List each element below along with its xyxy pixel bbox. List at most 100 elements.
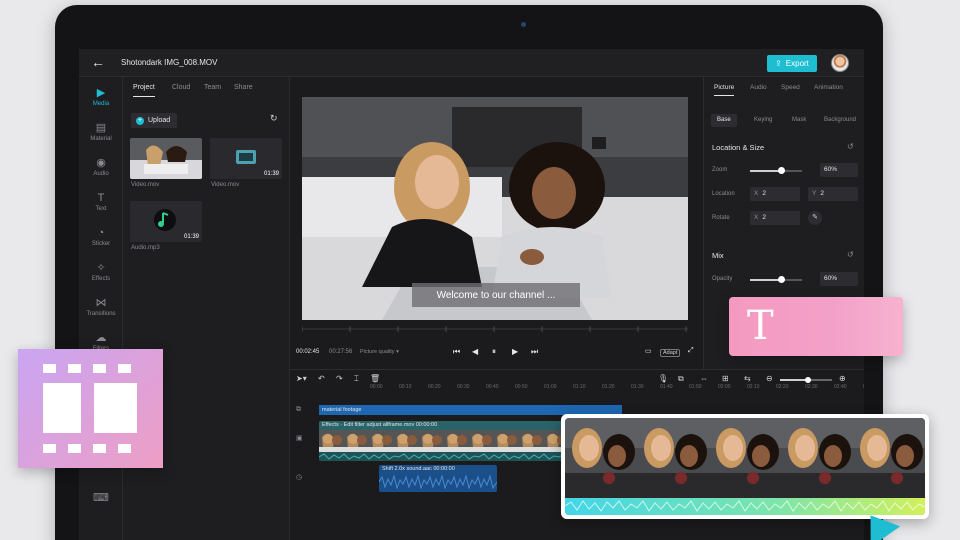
- redo-icon[interactable]: ↷: [336, 374, 343, 383]
- snap-icon[interactable]: ⇔: [700, 374, 708, 383]
- rail-item-audio[interactable]: ◉ Audio: [79, 157, 123, 177]
- clip-strip-card: [561, 414, 929, 519]
- rotate-value: 2: [762, 214, 766, 221]
- opacity-slider-knob[interactable]: [777, 276, 785, 283]
- video-thumbnail: [130, 138, 202, 179]
- time-tick-label: 00:30: [457, 384, 470, 390]
- tab-cloud[interactable]: Cloud: [172, 84, 190, 91]
- rail-label: Material: [90, 136, 112, 142]
- opacity-label: Opacity: [712, 276, 733, 282]
- audio-clip[interactable]: Shift 2.0x sound.aac 00:00:00: [379, 465, 497, 492]
- tab-speed[interactable]: Speed: [781, 84, 800, 91]
- connect-icon[interactable]: ⇆: [744, 374, 751, 383]
- tab-animation[interactable]: Animation: [814, 84, 843, 91]
- rail-item-effects[interactable]: ✧ Effects: [79, 262, 123, 282]
- left-rail: ▶ Media ▤ Material ◉ Audio T Text ◔ Stic…: [79, 77, 123, 540]
- zoom-slider-knob[interactable]: [777, 167, 785, 174]
- plus-icon: +: [136, 116, 144, 125]
- caption-overlay[interactable]: Welcome to our channel ...: [412, 283, 580, 307]
- back-arrow-icon[interactable]: ←: [91, 54, 105, 70]
- axis-x-label: X: [754, 190, 759, 197]
- media-thumb-audio[interactable]: 01:39: [130, 201, 202, 242]
- tab-project[interactable]: Project: [133, 84, 155, 97]
- media-thumb-video-1[interactable]: [130, 138, 202, 179]
- zoom-out-icon[interactable]: ⊖: [766, 374, 773, 383]
- media-name: Video.mov: [131, 182, 160, 188]
- avatar[interactable]: [831, 54, 849, 72]
- export-button[interactable]: ⇪ Export: [767, 55, 817, 72]
- refresh-icon[interactable]: ↻: [270, 113, 278, 124]
- time-tick-label: 02:10: [747, 384, 760, 390]
- time-tick-label: 01:20: [602, 384, 615, 390]
- audio-icon: ◉: [96, 157, 106, 169]
- upload-button[interactable]: + Upload: [131, 113, 177, 128]
- reset-icon[interactable]: ↺: [847, 250, 854, 259]
- select-tool-icon[interactable]: ➤▾: [296, 374, 307, 383]
- subtab-background[interactable]: Background: [818, 114, 862, 127]
- subtab-mask[interactable]: Mask: [786, 114, 812, 127]
- zoom-field[interactable]: 60%: [820, 163, 858, 177]
- zoom-slider[interactable]: [750, 167, 802, 174]
- location-y-field[interactable]: Y2: [808, 187, 858, 201]
- zoom-in-icon[interactable]: ⊕: [839, 374, 846, 383]
- step-forward-icon[interactable]: ▶: [512, 347, 518, 356]
- tab-picture[interactable]: Picture: [714, 84, 735, 96]
- waveform-icon[interactable]: ▭: [645, 347, 652, 355]
- rail-label: Audio: [93, 171, 109, 177]
- time-tick-label: 02:40: [834, 384, 847, 390]
- media-duration: 01:39: [263, 171, 279, 177]
- align-icon[interactable]: ⊞: [722, 374, 729, 383]
- rail-label: Sticker: [91, 241, 111, 247]
- main-video-clip[interactable]: Effects · Edit filter adjust allframe.mo…: [319, 421, 569, 461]
- material-icon: ▤: [95, 122, 107, 134]
- current-time: 00:02:45: [296, 349, 320, 355]
- keyboard-shortcuts-button[interactable]: ⌨: [79, 492, 123, 506]
- rail-item-text[interactable]: T Text: [79, 192, 123, 212]
- step-back-icon[interactable]: ◀: [472, 347, 478, 356]
- link-icon[interactable]: ⧉: [678, 374, 684, 384]
- rail-label: Transitions: [86, 311, 116, 317]
- rail-label: Text: [95, 206, 107, 212]
- pause-icon[interactable]: ⏸: [492, 347, 496, 357]
- tab-audio[interactable]: Audio: [750, 84, 767, 91]
- skip-back-icon[interactable]: ⏮: [453, 347, 460, 357]
- time-tick-label: 00:50: [515, 384, 528, 390]
- reset-icon[interactable]: ↺: [847, 142, 854, 151]
- preview-scrubber[interactable]: [302, 325, 688, 333]
- audio-clip-header: Shift 2.0x sound.aac 00:00:00: [382, 466, 455, 472]
- video-preview[interactable]: Welcome to our channel ...: [302, 97, 688, 320]
- subtab-keying[interactable]: Keying: [748, 114, 778, 127]
- rail-label: Media: [92, 101, 110, 107]
- rail-item-transitions[interactable]: ⋈ Transitions: [79, 297, 123, 317]
- microphone-icon[interactable]: 🎙: [658, 374, 668, 383]
- keyframe-icon[interactable]: ✎: [808, 211, 822, 225]
- effects-icon: ✧: [96, 262, 106, 274]
- picture-quality-dropdown[interactable]: Picture quality ▾: [360, 349, 399, 355]
- delete-icon[interactable]: 🗑: [370, 374, 380, 383]
- rail-item-media[interactable]: ▶ Media: [79, 87, 123, 107]
- rotate-label: Rotate: [712, 215, 730, 221]
- project-panel: Project Cloud Team Share + Upload ↻ Vide…: [123, 77, 290, 540]
- total-time: 00:27:56: [329, 349, 353, 355]
- subtab-base[interactable]: Base: [711, 114, 737, 127]
- tab-team[interactable]: Team: [204, 84, 221, 91]
- rotate-field[interactable]: X2: [750, 211, 800, 225]
- opacity-slider[interactable]: [750, 276, 802, 283]
- location-x-field[interactable]: X2: [750, 187, 800, 201]
- media-duration: 01:39: [183, 234, 199, 240]
- rail-item-material[interactable]: ▤ Material: [79, 122, 123, 142]
- media-thumb-video-2[interactable]: 01:39: [210, 138, 282, 179]
- time-tick-label: 01:00: [544, 384, 557, 390]
- webcam: [521, 22, 526, 27]
- fullscreen-icon[interactable]: ⤢: [688, 347, 694, 355]
- undo-icon[interactable]: ↶: [318, 374, 325, 383]
- zoom-slider-fill: [750, 170, 782, 172]
- adapt-button[interactable]: Adapt: [660, 349, 681, 357]
- opacity-field[interactable]: 60%: [820, 272, 858, 286]
- skip-forward-icon[interactable]: ⏭: [531, 347, 538, 357]
- rail-item-sticker[interactable]: ◔ Sticker: [79, 227, 123, 247]
- split-icon[interactable]: ⌶: [354, 374, 359, 384]
- timeline-zoom-slider[interactable]: [780, 377, 832, 383]
- time-tick-label: 02:30: [805, 384, 818, 390]
- tab-share[interactable]: Share: [234, 84, 253, 91]
